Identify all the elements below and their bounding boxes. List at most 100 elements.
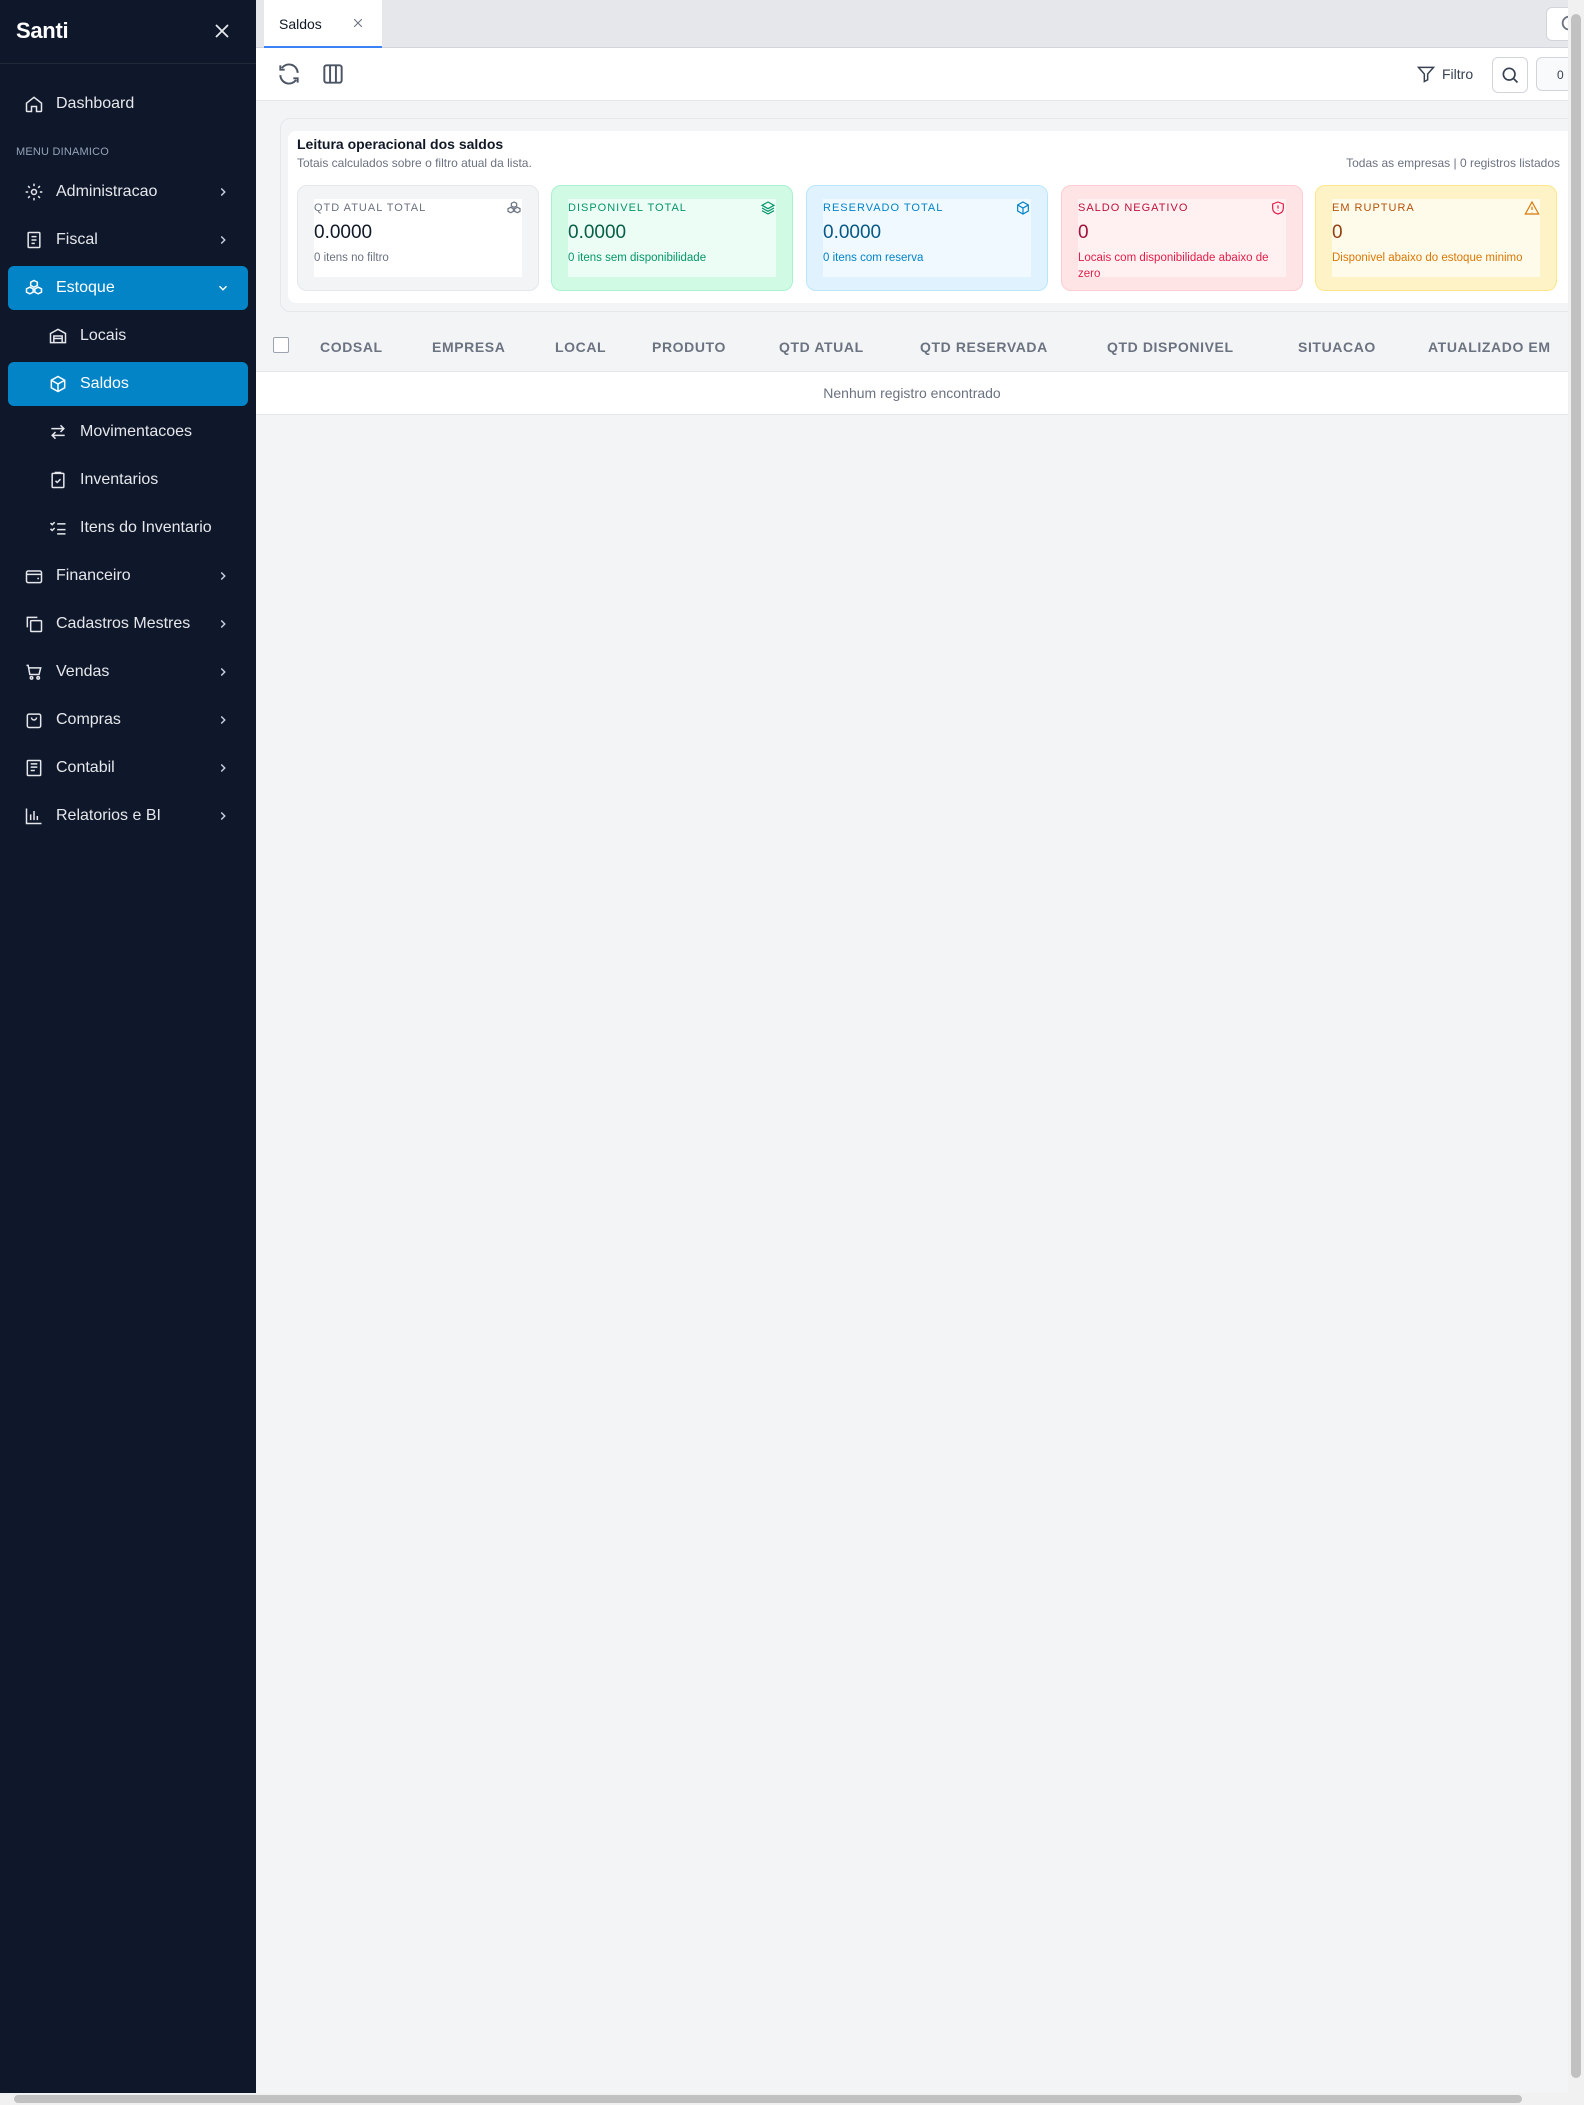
card-footer: 0 itens com reserva (823, 252, 924, 264)
vertical-scrollbar-thumb[interactable] (1571, 14, 1581, 2078)
card-title: SALDO NEGATIVO (1078, 202, 1189, 214)
warning-triangle-icon (1524, 200, 1540, 215)
sidebar-item-label: Relatorios e BI (56, 807, 161, 824)
sidebar-item-label: Movimentacoes (80, 423, 193, 440)
refresh-icon[interactable] (276, 61, 302, 87)
gear-icon (25, 183, 43, 201)
card-value: 0.0000 (568, 222, 627, 243)
empty-state-message: Nenhum registro encontrado (256, 372, 1568, 415)
select-all-checkbox[interactable] (273, 337, 289, 353)
tab-saldos[interactable]: Saldos (264, 0, 382, 48)
toolbar: Filtro 0 (256, 48, 1576, 101)
column-header-produto[interactable]: PRODUTO (652, 324, 726, 371)
sidebar-item-label: Locais (80, 327, 127, 344)
arrows-swap-icon (51, 424, 65, 440)
columns-icon[interactable] (320, 61, 346, 87)
sidebar-divider (0, 63, 256, 64)
card-disponivel-total: DISPONIVEL TOTAL 0.0000 0 itens sem disp… (551, 185, 793, 291)
sidebar-item-relatorios-e-bi[interactable]: Relatorios e BI (8, 794, 248, 838)
card-qtd-atual-total: QTD ATUAL TOTAL 0.0000 0 itens no filtro (297, 185, 539, 291)
bar-chart-icon (25, 808, 42, 825)
column-header-empresa[interactable]: EMPRESA (432, 324, 505, 371)
sidebar-item-financeiro[interactable]: Financeiro (8, 554, 248, 598)
sidebar-item-contabil[interactable]: Contabil (8, 746, 248, 790)
close-tab-icon[interactable] (352, 17, 364, 29)
sidebar-item-estoque[interactable]: Estoque (8, 266, 248, 310)
column-header-qtd-reservada[interactable]: QTD RESERVADA (920, 324, 1048, 371)
close-sidebar-button[interactable] (211, 20, 233, 42)
card-em-ruptura: EM RUPTURA 0 Disponivel abaixo do estoqu… (1315, 185, 1557, 291)
card-saldo-negativo: SALDO NEGATIVO 0 Locais com disponibilid… (1061, 185, 1303, 291)
sidebar-item-fiscal[interactable]: Fiscal (8, 218, 248, 262)
search-button[interactable] (1492, 57, 1528, 93)
chevron-right-icon (220, 572, 226, 580)
summary-subtitle: Totais calculados sobre o filtro atual d… (297, 156, 532, 170)
sidebar-item-saldos[interactable]: Saldos (8, 362, 248, 406)
chevron-right-icon (220, 668, 226, 676)
chevron-down-icon (219, 285, 227, 291)
tab-label: Saldos (279, 16, 322, 32)
receipt-icon (27, 231, 41, 249)
card-footer: 0 itens sem disponibilidade (568, 252, 707, 264)
table-header: CODSAL EMPRESA LOCAL PRODUTO QTD ATUAL Q… (256, 324, 1568, 372)
search-icon (1502, 67, 1519, 84)
chevron-right-icon (220, 716, 226, 724)
filter-icon (1416, 66, 1436, 83)
sidebar: Santi Dashboard MENU DINAMICO Administra… (0, 0, 256, 2093)
column-header-qtd-disponivel[interactable]: QTD DISPONIVEL (1107, 324, 1234, 371)
sidebar-item-inventarios[interactable]: Inventarios (8, 458, 248, 502)
sidebar-item-label: Inventarios (80, 471, 159, 488)
summary-context: Todas as empresas | 0 registros listados (1346, 156, 1560, 170)
cart-icon (26, 664, 42, 680)
sidebar-item-locais[interactable]: Locais (8, 314, 248, 358)
clipboard-check-icon (51, 471, 65, 489)
summary-title: Leitura operacional dos saldos (297, 136, 504, 152)
shopping-bag-icon (26, 713, 42, 729)
home-icon (25, 96, 43, 113)
card-value: 0.0000 (823, 222, 882, 243)
package-icon (1017, 201, 1029, 215)
sidebar-item-compras[interactable]: Compras (8, 698, 248, 742)
card-value: 0 (1332, 222, 1343, 243)
wallet-icon (25, 570, 43, 584)
chevron-right-icon (220, 620, 226, 628)
column-header-local[interactable]: LOCAL (555, 324, 606, 371)
card-value: 0.0000 (314, 222, 373, 243)
sidebar-item-label: Contabil (56, 759, 115, 776)
warehouse-icon (49, 328, 67, 344)
sidebar-item-label: Vendas (56, 663, 110, 680)
sidebar-item-administracao[interactable]: Administracao (8, 170, 248, 214)
horizontal-scrollbar-thumb[interactable] (14, 2095, 1522, 2103)
sidebar-item-vendas[interactable]: Vendas (8, 650, 248, 694)
card-reservado-total: RESERVADO TOTAL 0.0000 0 itens com reser… (806, 185, 1048, 291)
card-value: 0 (1078, 222, 1089, 243)
sidebar-item-itens-do-inventario[interactable]: Itens do Inventario (8, 506, 248, 550)
sidebar-section-label: MENU DINAMICO (16, 146, 110, 158)
filter-button[interactable]: Filtro (1416, 60, 1473, 88)
sidebar-item-label: Saldos (80, 375, 129, 392)
boxes-icon (507, 201, 521, 214)
tab-bar: Saldos (256, 0, 1568, 48)
copy-icon (26, 616, 43, 633)
column-header-situacao[interactable]: SITUACAO (1298, 324, 1376, 371)
boxes-icon (25, 279, 43, 295)
card-title: DISPONIVEL TOTAL (568, 202, 687, 214)
sidebar-item-label: Cadastros Mestres (56, 615, 191, 632)
column-header-qtd-atual[interactable]: QTD ATUAL (779, 324, 864, 371)
card-footer: Locais com disponibilidade abaixo de zer… (1078, 252, 1269, 280)
chevron-right-icon (220, 812, 226, 820)
chevron-right-icon (220, 764, 226, 772)
layers-icon (760, 201, 776, 215)
sidebar-item-movimentacoes[interactable]: Movimentacoes (8, 410, 248, 454)
card-title: QTD ATUAL TOTAL (314, 202, 427, 214)
column-header-codsal[interactable]: CODSAL (320, 324, 383, 371)
column-header-atualizado-em[interactable]: ATUALIZADO EM (1428, 324, 1551, 371)
card-footer: 0 itens no filtro (314, 252, 389, 264)
list-checks-icon (49, 521, 66, 535)
sidebar-item-cadastros-mestres[interactable]: Cadastros Mestres (8, 602, 248, 646)
chevron-right-icon (220, 236, 226, 244)
sidebar-item-label: Compras (56, 711, 121, 728)
package-icon (50, 375, 66, 393)
sidebar-item-dashboard[interactable]: Dashboard (8, 82, 248, 126)
close-icon (215, 24, 229, 38)
